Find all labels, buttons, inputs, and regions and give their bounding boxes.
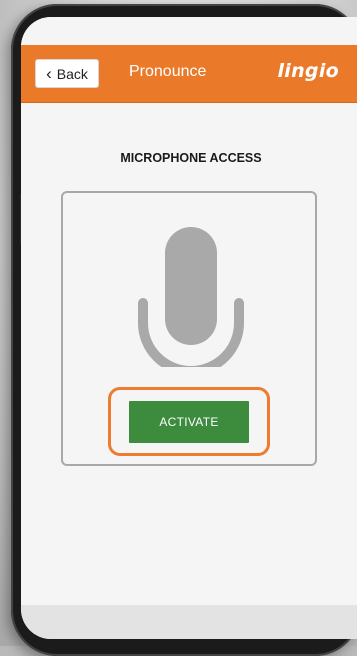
chevron-left-icon: ‹ [46, 64, 52, 83]
activate-button[interactable]: ACTIVATE [129, 401, 249, 443]
lingio-logo: lingio [277, 60, 339, 82]
app-header: ‹ Back Pronounce lingio [21, 45, 357, 103]
bottom-bar [21, 605, 357, 639]
page-title: Pronounce [129, 63, 207, 80]
section-title: MICROPHONE ACCESS [120, 151, 262, 165]
back-button[interactable]: ‹ Back [35, 59, 99, 88]
phone-screen: ‹ Back Pronounce lingio MICROPHONE ACCES… [21, 17, 357, 639]
back-button-label: Back [56, 65, 88, 82]
microphone-card: ACTIVATE [61, 191, 317, 466]
status-bar [21, 17, 357, 45]
microphone-icon [138, 227, 244, 367]
